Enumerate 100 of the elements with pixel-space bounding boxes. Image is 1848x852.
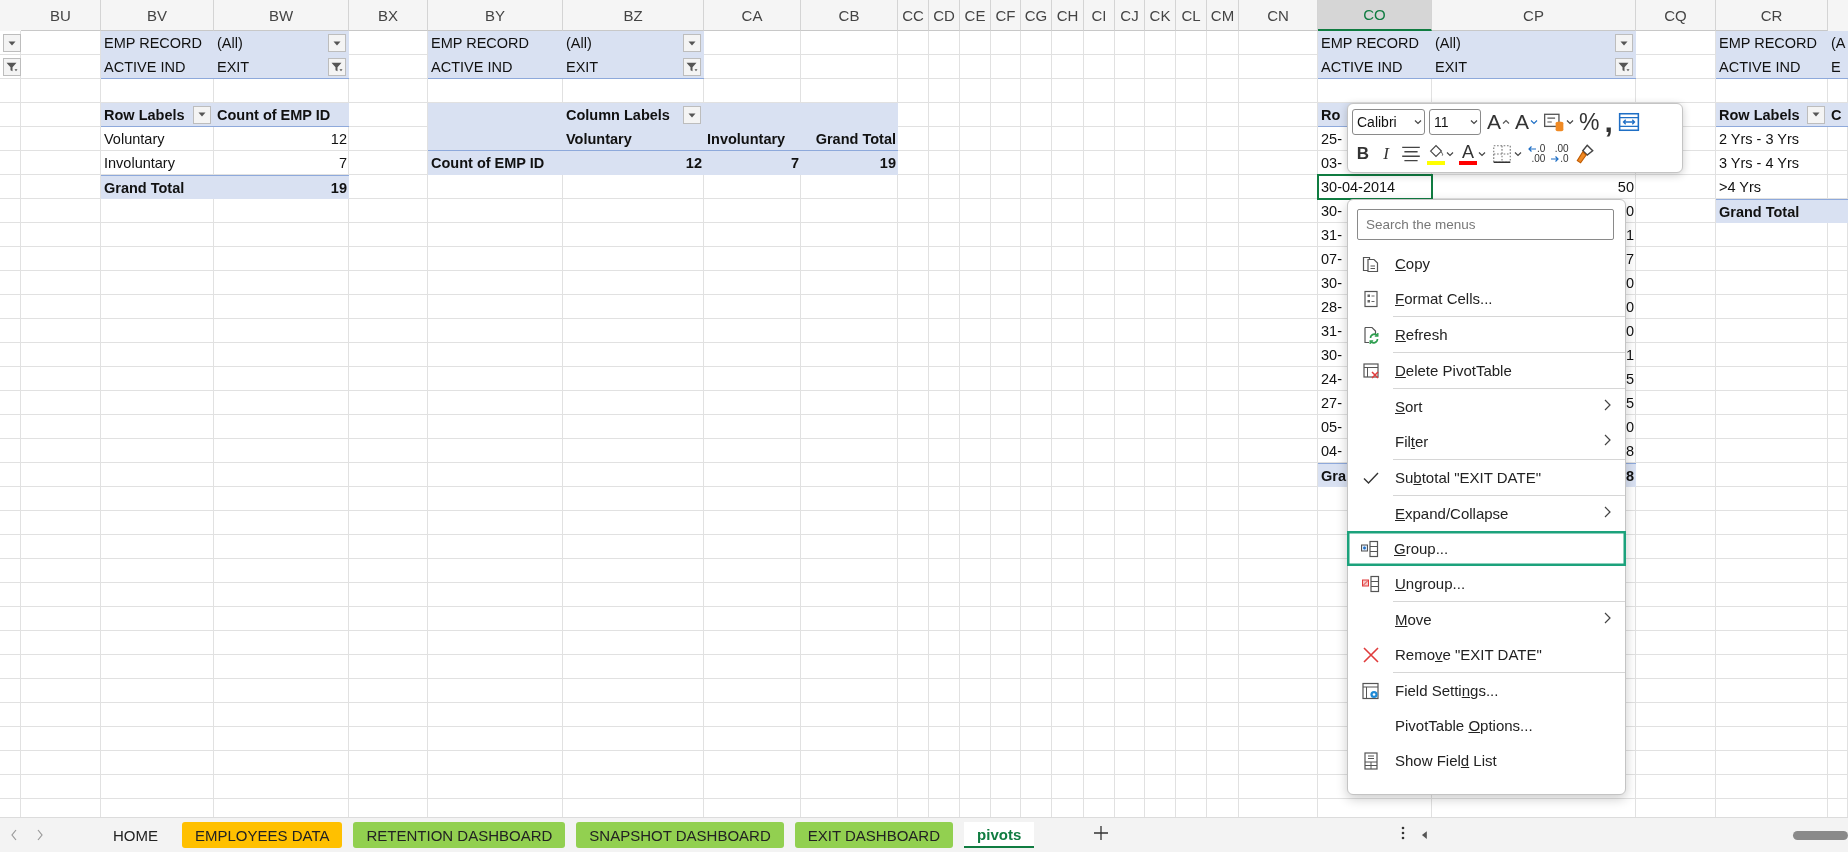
menu-item[interactable]: Filter	[1348, 424, 1625, 459]
dropdown-button[interactable]	[683, 34, 701, 52]
menu-item[interactable]: Show Field List	[1348, 743, 1625, 778]
sheet-tab[interactable]: RETENTION DASHBOARD	[353, 822, 566, 848]
plus-icon	[1093, 825, 1110, 841]
font-size-dropdown[interactable]: 11	[1429, 109, 1481, 135]
scrollbar-thumb[interactable]	[1792, 830, 1848, 840]
menu-item[interactable]: Subtotal "EXIT DATE"	[1348, 460, 1625, 495]
sheet-tab[interactable]: HOME	[100, 822, 171, 848]
sheet-tab[interactable]: SNAPSHOT DASHBOARD	[576, 822, 784, 848]
caret-down-icon	[333, 40, 341, 46]
cell-text: Grand Total	[104, 179, 185, 196]
cell-text: Voluntary	[104, 131, 165, 147]
menu-item[interactable]: Delete PivotTable	[1348, 353, 1625, 388]
sheet-tab[interactable]: EXIT DASHBOARD	[794, 822, 954, 848]
caret-down-icon	[1470, 119, 1478, 125]
menu-item[interactable]: Group...	[1347, 531, 1626, 566]
field-settings-icon	[1361, 680, 1381, 701]
cell-text: 31-	[1321, 227, 1342, 243]
cell-text: 04-	[1321, 443, 1342, 459]
cell-text: Count of EMP ID	[217, 106, 331, 123]
dropdown-button[interactable]	[683, 106, 701, 124]
cell-text: 0	[1625, 299, 1634, 315]
cell-text: 3 Yrs - 4 Yrs	[1719, 155, 1800, 171]
dropdown-button[interactable]	[3, 34, 21, 52]
menu-item[interactable]: Expand/Collapse	[1348, 496, 1625, 531]
menu-item[interactable]: Remove "EXIT DATE"	[1348, 637, 1625, 672]
dropdown-button[interactable]	[328, 34, 346, 52]
cell-text: 2 Yrs - 3 Yrs	[1719, 131, 1800, 147]
decrease-decimal-button[interactable]: .0 .00	[1525, 140, 1548, 168]
column-header[interactable]: CO	[1318, 0, 1432, 31]
cell-text: 12	[685, 155, 702, 171]
menu-item[interactable]: Sort	[1348, 389, 1625, 424]
increase-decimal-button[interactable]: .00 .0	[1548, 140, 1571, 168]
arrow-right-icon	[1550, 155, 1561, 163]
caret-down-icon	[1530, 119, 1539, 125]
cell-text: EMP RECORD	[1321, 35, 1420, 51]
cell-text: 03-	[1321, 155, 1342, 171]
filter-button[interactable]	[683, 57, 701, 76]
merge-cells-icon	[1617, 111, 1640, 133]
cell-text: Voluntary	[566, 130, 632, 147]
comma-style-button[interactable]: ,	[1602, 109, 1615, 135]
search-field[interactable]: Search the menus	[1357, 209, 1614, 240]
cell-text: EXIT	[1435, 58, 1468, 75]
font-dropdown[interactable]: Calibri	[1352, 109, 1425, 135]
cell-text: (All)	[217, 35, 243, 51]
caret-down-icon	[198, 112, 206, 117]
filter-button[interactable]	[328, 57, 346, 76]
dropdown-button[interactable]	[193, 105, 211, 124]
filter-button[interactable]	[3, 58, 21, 76]
cell-text: 0	[1625, 203, 1634, 219]
cell-text: ACTIVE IND	[431, 58, 513, 75]
cell-text: 1	[1625, 227, 1634, 243]
menu-item[interactable]: Field Settings...	[1348, 673, 1625, 708]
cell-text: 7	[790, 155, 799, 171]
menu-item[interactable]: Move	[1348, 602, 1625, 637]
grow-font-button[interactable]: A	[1485, 108, 1512, 136]
shrink-font-button[interactable]: A	[1513, 108, 1541, 136]
cell-text: 0	[1625, 323, 1634, 339]
caret-down-icon	[1620, 40, 1628, 46]
cell-text: 50	[1617, 179, 1634, 195]
menu-item[interactable]: Format Cells...	[1348, 281, 1625, 316]
menu-item[interactable]: Ungroup...	[1348, 566, 1625, 601]
dropdown-button[interactable]	[1807, 105, 1825, 124]
dropdown-button[interactable]	[1615, 34, 1633, 52]
percent-button[interactable]: %	[1577, 108, 1602, 136]
cell-text: 0	[1625, 419, 1634, 435]
cell-text: 28-	[1321, 299, 1342, 315]
arrow-left-icon	[1527, 145, 1537, 153]
cell-text: 8	[1625, 467, 1634, 484]
cell-text: ACTIVE IND	[104, 58, 186, 75]
cell-text: EXIT	[217, 58, 250, 75]
cell-text: 07-	[1321, 251, 1342, 267]
cell-text: 7	[1625, 251, 1634, 267]
bold-button[interactable]: B	[1352, 140, 1374, 168]
font-color-button[interactable]: A	[1457, 140, 1488, 168]
menu-item[interactable]: Refresh	[1348, 317, 1625, 352]
sheet-tab[interactable]: pivots	[964, 822, 1035, 848]
cell-text: 30-	[1321, 203, 1342, 219]
filter-button[interactable]	[1615, 57, 1633, 76]
italic-button[interactable]: I	[1375, 140, 1397, 168]
cell-text: 19	[879, 155, 896, 171]
cell-text: C	[1831, 106, 1842, 123]
sheet-tab[interactable]: EMPLOYEES DATA	[182, 822, 343, 848]
cell-text: 30-04-2014	[1321, 179, 1396, 195]
group-icon	[1360, 538, 1380, 559]
menu-item[interactable]: Copy	[1348, 246, 1625, 281]
format-cells-icon	[1361, 288, 1381, 309]
cell-text: Gra	[1321, 467, 1346, 484]
scroll-left-icon	[1420, 830, 1428, 840]
caret-down-icon	[1812, 112, 1820, 117]
cell-text: Grand Total	[815, 130, 896, 147]
delete-table-icon	[1361, 360, 1381, 381]
filter-icon	[6, 62, 18, 72]
borders-icon	[1491, 143, 1513, 165]
menu-item[interactable]: PivotTable Options...	[1348, 708, 1625, 743]
cell-text: ACTIVE IND	[1719, 58, 1801, 75]
cell-text: 30-	[1321, 347, 1342, 363]
cell-text: >4 Yrs	[1719, 179, 1762, 195]
caret-up-icon	[1502, 119, 1510, 125]
